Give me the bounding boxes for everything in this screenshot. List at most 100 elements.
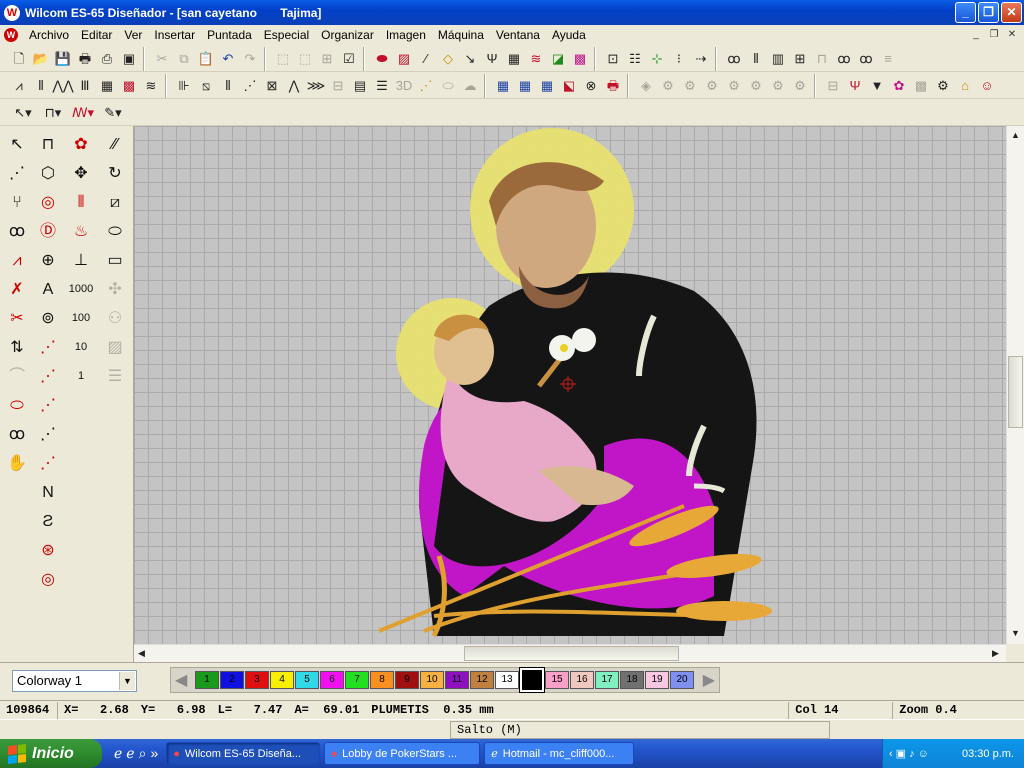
spiral-icon[interactable]: ⋰	[239, 75, 261, 97]
tool-b-icon[interactable]: ⚙	[657, 75, 679, 97]
start-button[interactable]: Inicio	[0, 739, 102, 768]
show-functions-icon[interactable]: Ψ	[481, 48, 503, 70]
menu-ver[interactable]: Ver	[118, 25, 148, 45]
messenger-icon[interactable]: ☺	[918, 748, 929, 760]
colorway-select[interactable]: Colorway 1 ▼	[12, 670, 137, 692]
trapunto-icon[interactable]: ⋰	[415, 75, 437, 97]
tool-h-icon[interactable]: ⚙	[789, 75, 811, 97]
program-split-icon[interactable]: ⊓	[811, 48, 833, 70]
color-swatch[interactable]: 15	[545, 671, 569, 689]
three-d-icon[interactable]: 3D	[393, 75, 415, 97]
color-swatch[interactable]	[519, 667, 545, 693]
tool-e-icon[interactable]: ⚙	[723, 75, 745, 97]
stitch-edit-dropdown-icon[interactable]: ꟿ▾	[68, 102, 98, 124]
florentine-icon[interactable]: ꝏ	[855, 48, 877, 70]
align-icon[interactable]: ☰	[371, 75, 393, 97]
close-button[interactable]: ✕	[1001, 2, 1022, 23]
tool-f-icon[interactable]: ⚙	[745, 75, 767, 97]
split-icon[interactable]: ⊥	[66, 246, 96, 275]
select-arrow-dropdown-icon[interactable]: ↖▾	[8, 102, 38, 124]
pattern-stitch-icon[interactable]: ▩	[118, 75, 140, 97]
color-swatch[interactable]: 2	[220, 671, 244, 689]
pattern-fill-icon[interactable]: ⊞	[789, 48, 811, 70]
minimize-button[interactable]: _	[955, 2, 976, 23]
turning-icon[interactable]: ⧅	[195, 75, 217, 97]
parallel-lines-icon[interactable]: ∕∕	[100, 130, 130, 159]
color-swatch[interactable]: 19	[645, 671, 669, 689]
step-fill-icon[interactable]: ▦	[96, 75, 118, 97]
undo-icon[interactable]: ↶	[217, 48, 239, 70]
more-chevron-icon[interactable]: »	[150, 745, 158, 762]
reshape-dropdown-icon[interactable]: ⊓▾	[38, 102, 68, 124]
measure-icon[interactable]: ⊡	[602, 48, 624, 70]
menu-editar[interactable]: Editar	[75, 25, 118, 45]
count-1000-icon[interactable]: 1000	[66, 275, 96, 304]
branching-icon[interactable]: ⑂	[2, 188, 32, 217]
transform-icon[interactable]: ✥	[66, 159, 96, 188]
tatami-icon[interactable]: ▥	[767, 48, 789, 70]
title-bar[interactable]: W Wilcom ES-65 Diseñador - [san cayetano…	[0, 0, 1024, 25]
tool-d-icon[interactable]: ⚙	[701, 75, 723, 97]
browser-icon[interactable]: ℯ	[126, 745, 134, 762]
stop-hand-icon[interactable]: ✋	[2, 449, 32, 478]
show-connectors-icon[interactable]: ↘	[459, 48, 481, 70]
menu-archivo[interactable]: Archivo	[23, 25, 75, 45]
stitch-list-icon[interactable]: ☷	[624, 48, 646, 70]
tool-c-icon[interactable]: ⚙	[679, 75, 701, 97]
restore-button[interactable]: ❐	[978, 2, 999, 23]
color-swatch[interactable]: 12	[470, 671, 494, 689]
document-menu-icon[interactable]: W	[4, 28, 18, 42]
doc-close-button[interactable]: ✕	[1004, 28, 1020, 42]
task-wilcom[interactable]: ● Wilcom ES-65 Diseña...	[166, 742, 321, 765]
palette-right-arrow-icon[interactable]: ▶	[703, 670, 715, 690]
color-swatch[interactable]: 11	[445, 671, 469, 689]
radial-icon[interactable]: ⦀	[217, 75, 239, 97]
shape-oval-icon[interactable]: ⬭	[437, 75, 459, 97]
new-file-icon[interactable]: 🗋	[8, 48, 30, 70]
ellipse-tool-icon[interactable]: ⬭	[2, 391, 32, 420]
cut-icon[interactable]: ✂	[151, 48, 173, 70]
people-icon[interactable]: ☺	[976, 75, 998, 97]
curve-icon[interactable]: ↻	[100, 159, 130, 188]
bitmap-icon[interactable]: ▩	[910, 75, 932, 97]
tray-expand-icon[interactable]: ‹	[889, 748, 893, 760]
stitch-select-icon[interactable]: ꝏ	[2, 217, 32, 246]
rectangle-icon[interactable]: ▭	[100, 246, 130, 275]
color-swatch[interactable]: 6	[320, 671, 344, 689]
star-icon[interactable]: ⋀	[283, 75, 305, 97]
run-line-icon[interactable]: ⋰	[33, 362, 63, 391]
show-3d-icon[interactable]: ▩	[569, 48, 591, 70]
people-tool-icon[interactable]: ⚇	[100, 304, 130, 333]
show-grid-icon[interactable]: ▦	[503, 48, 525, 70]
color-swatch[interactable]: 20	[670, 671, 694, 689]
task-hotmail[interactable]: ℯ Hotmail - mc_cliff000...	[484, 742, 635, 765]
design-canvas[interactable]	[134, 126, 1006, 644]
vertical-scroll-thumb[interactable]	[1008, 356, 1023, 428]
redo-icon[interactable]: ↷	[239, 48, 261, 70]
paste-icon[interactable]: 📋	[195, 48, 217, 70]
offset-icon[interactable]: ▤	[349, 75, 371, 97]
appliqué-icon[interactable]: ▦	[514, 75, 536, 97]
outline-stitch-icon[interactable]: ⩘	[2, 246, 32, 275]
lettering-tool-icon[interactable]: A	[33, 275, 63, 304]
polygon-select-icon[interactable]: ⋰	[2, 159, 32, 188]
color-swatch[interactable]: 9	[395, 671, 419, 689]
show-stitches-icon[interactable]: ⬬	[371, 48, 393, 70]
letter-d-icon[interactable]: Ⓓ	[33, 217, 63, 246]
fill-stitch-icon[interactable]: ⦀	[745, 48, 767, 70]
filter-icon[interactable]: ▼	[866, 75, 888, 97]
show-bitmap-icon[interactable]: ◇	[437, 48, 459, 70]
task-pokerstars[interactable]: ♠ Lobby de PokerStars ...	[324, 742, 481, 765]
ungroup-icon[interactable]: ⬚	[294, 48, 316, 70]
horizontal-scrollbar[interactable]: ◀ ▶	[134, 644, 1006, 662]
color-swatch[interactable]: 5	[295, 671, 319, 689]
doc-minimize-button[interactable]: _	[968, 28, 984, 42]
stitch-density-icon[interactable]: ⦀	[66, 188, 96, 217]
palette-left-arrow-icon[interactable]: ◀	[175, 670, 187, 690]
line-tool-icon[interactable]: ⋰	[33, 333, 63, 362]
count-1-icon[interactable]: 1	[66, 362, 96, 391]
scissors-icon[interactable]: ✂	[2, 304, 32, 333]
arc-icon[interactable]: ⌒	[2, 362, 32, 391]
select-tool-icon[interactable]: ↖	[2, 130, 32, 159]
horizontal-scroll-thumb[interactable]	[464, 646, 679, 661]
